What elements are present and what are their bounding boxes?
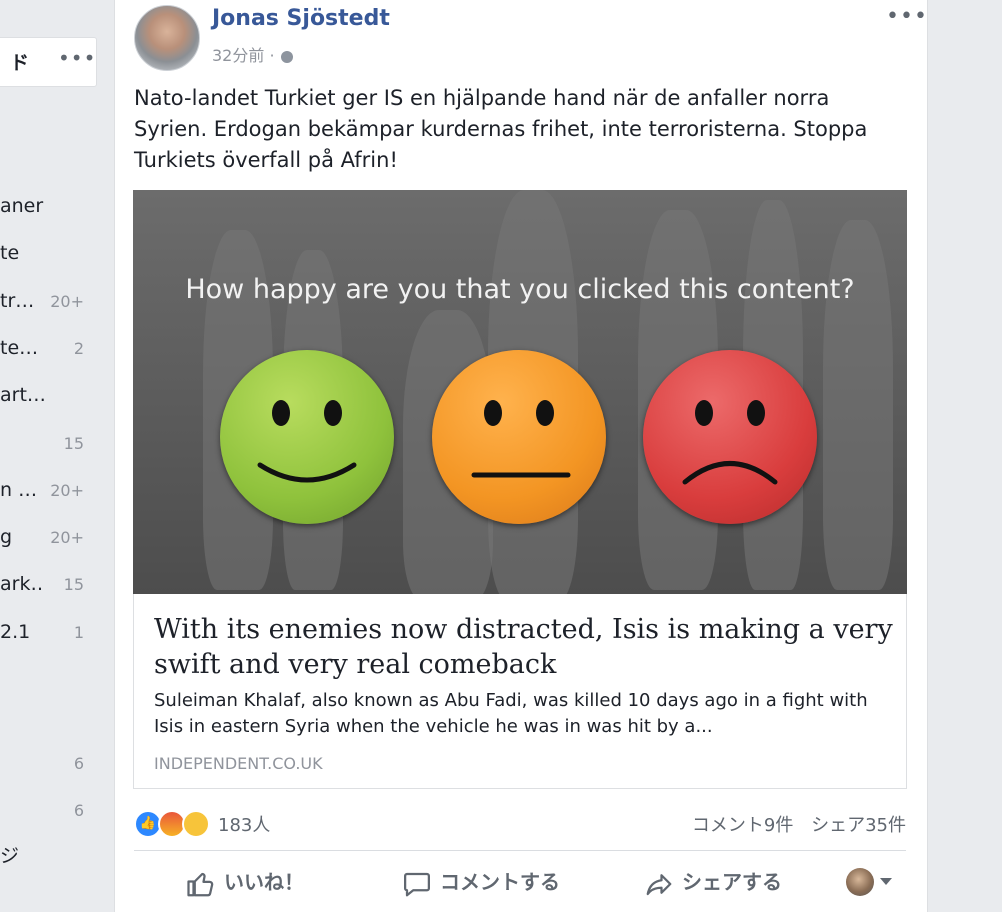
link-image[interactable]: How happy are you that you clicked this … [133,190,907,594]
author-name[interactable]: Jonas Sjöstedt [212,6,390,31]
sidebar-item[interactable]: ジ [0,841,96,867]
sidebar-item-label: g [0,526,13,548]
post-options-icon[interactable]: ••• [886,4,928,29]
share-count[interactable]: シェア35件 [811,815,906,836]
sidebar-item[interactable]: tr… 20+ [0,290,96,314]
like-button-label: いいね！ [224,870,304,894]
sidebar-item-count: 6 [73,801,84,820]
sidebar-item-label: ジ [0,845,20,867]
thumbs-up-icon [187,872,214,896]
sidebar-item-count: 2 [73,339,84,358]
sidebar-item[interactable]: n … 20+ [0,479,96,503]
sidebar-top-label: ド [10,52,30,74]
sidebar-item-count: 20+ [50,528,84,547]
link-headline[interactable]: With its enemies now distracted, Isis is… [154,612,894,682]
comment-button-label: コメントする [440,870,560,894]
share-button[interactable]: シェアする [644,866,782,899]
sidebar-item[interactable]: 6 [0,752,96,776]
post-time[interactable]: 32分前 · [212,46,275,65]
sidebar-item-count: 6 [73,754,84,773]
reaction-count[interactable]: 183人 [218,811,270,837]
frown-mouth [682,461,778,485]
comment-button[interactable]: コメントする [402,866,560,899]
sidebar-item[interactable]: 2.1 1 [0,621,96,645]
sidebar-item-label: te [0,242,20,264]
sidebar-item-count: 15 [63,434,84,453]
engagement-stats: コメント9件 シェア35件 [692,811,906,837]
sad-face-icon [643,350,817,524]
neutral-mouth [471,472,571,478]
globe-icon [280,50,293,63]
share-icon [646,873,672,895]
sidebar-item[interactable]: te [0,242,96,266]
comment-icon [404,872,430,896]
post-meta: 32分前 · [212,42,293,66]
image-question-text: How happy are you that you clicked this … [185,274,855,305]
neutral-face-icon [432,350,606,524]
sidebar-item-label: aner [0,195,44,217]
happy-face-icon [220,350,394,524]
sidebar-item[interactable]: art… [0,384,96,408]
action-divider [134,850,906,851]
sidebar-item-count: 1 [73,623,84,642]
sidebar-item-label: te… [0,337,39,359]
link-description: Suleiman Khalaf, also known as Abu Fadi,… [154,690,868,737]
author-avatar[interactable] [134,5,200,71]
link-preview[interactable]: With its enemies now distracted, Isis is… [133,594,907,789]
sidebar-item-count: 20+ [50,481,84,500]
sidebar-item[interactable]: aner [0,195,96,219]
sidebar-item[interactable]: 15 [0,432,96,456]
left-sidebar: ド ••• aner te tr… 20+ te… 2 art… 15 n … 20+… [0,0,100,912]
sidebar-item-label: n … [0,479,38,501]
sidebar-item[interactable]: te… 2 [0,337,96,361]
sidebar-item[interactable]: ark… 15 [0,573,96,597]
sidebar-item-label: ark… [0,573,44,595]
post-text-body: Nato-landet Turkiet ger IS en hjälpande … [134,86,868,172]
sad-reaction-icon[interactable] [182,810,210,838]
smile-mouth [257,462,357,483]
comment-count[interactable]: コメント9件 [692,815,793,836]
post-as-avatar[interactable] [846,868,874,896]
like-button[interactable]: いいね！ [186,866,304,899]
post-text: Nato-landet Turkiet ger IS en hjälpande … [134,83,904,176]
sidebar-item-count: 15 [63,575,84,594]
chevron-down-icon[interactable] [880,878,892,885]
sidebar-item[interactable]: g 20+ [0,526,96,550]
sidebar-item-label: tr… [0,290,35,312]
sidebar-item-label: 2.1 [0,621,31,643]
sidebar-more-icon[interactable]: ••• [58,46,96,70]
link-domain: INDEPENDENT.CO.UK [154,754,323,773]
share-button-label: シェアする [682,870,782,894]
sidebar-item-label: art… [0,384,44,406]
reactions-bar: 👍 183人 コメント9件 シェア35件 [134,806,906,838]
sidebar-item[interactable]: 6 [0,799,96,823]
sidebar-item-count: 20+ [50,292,84,311]
